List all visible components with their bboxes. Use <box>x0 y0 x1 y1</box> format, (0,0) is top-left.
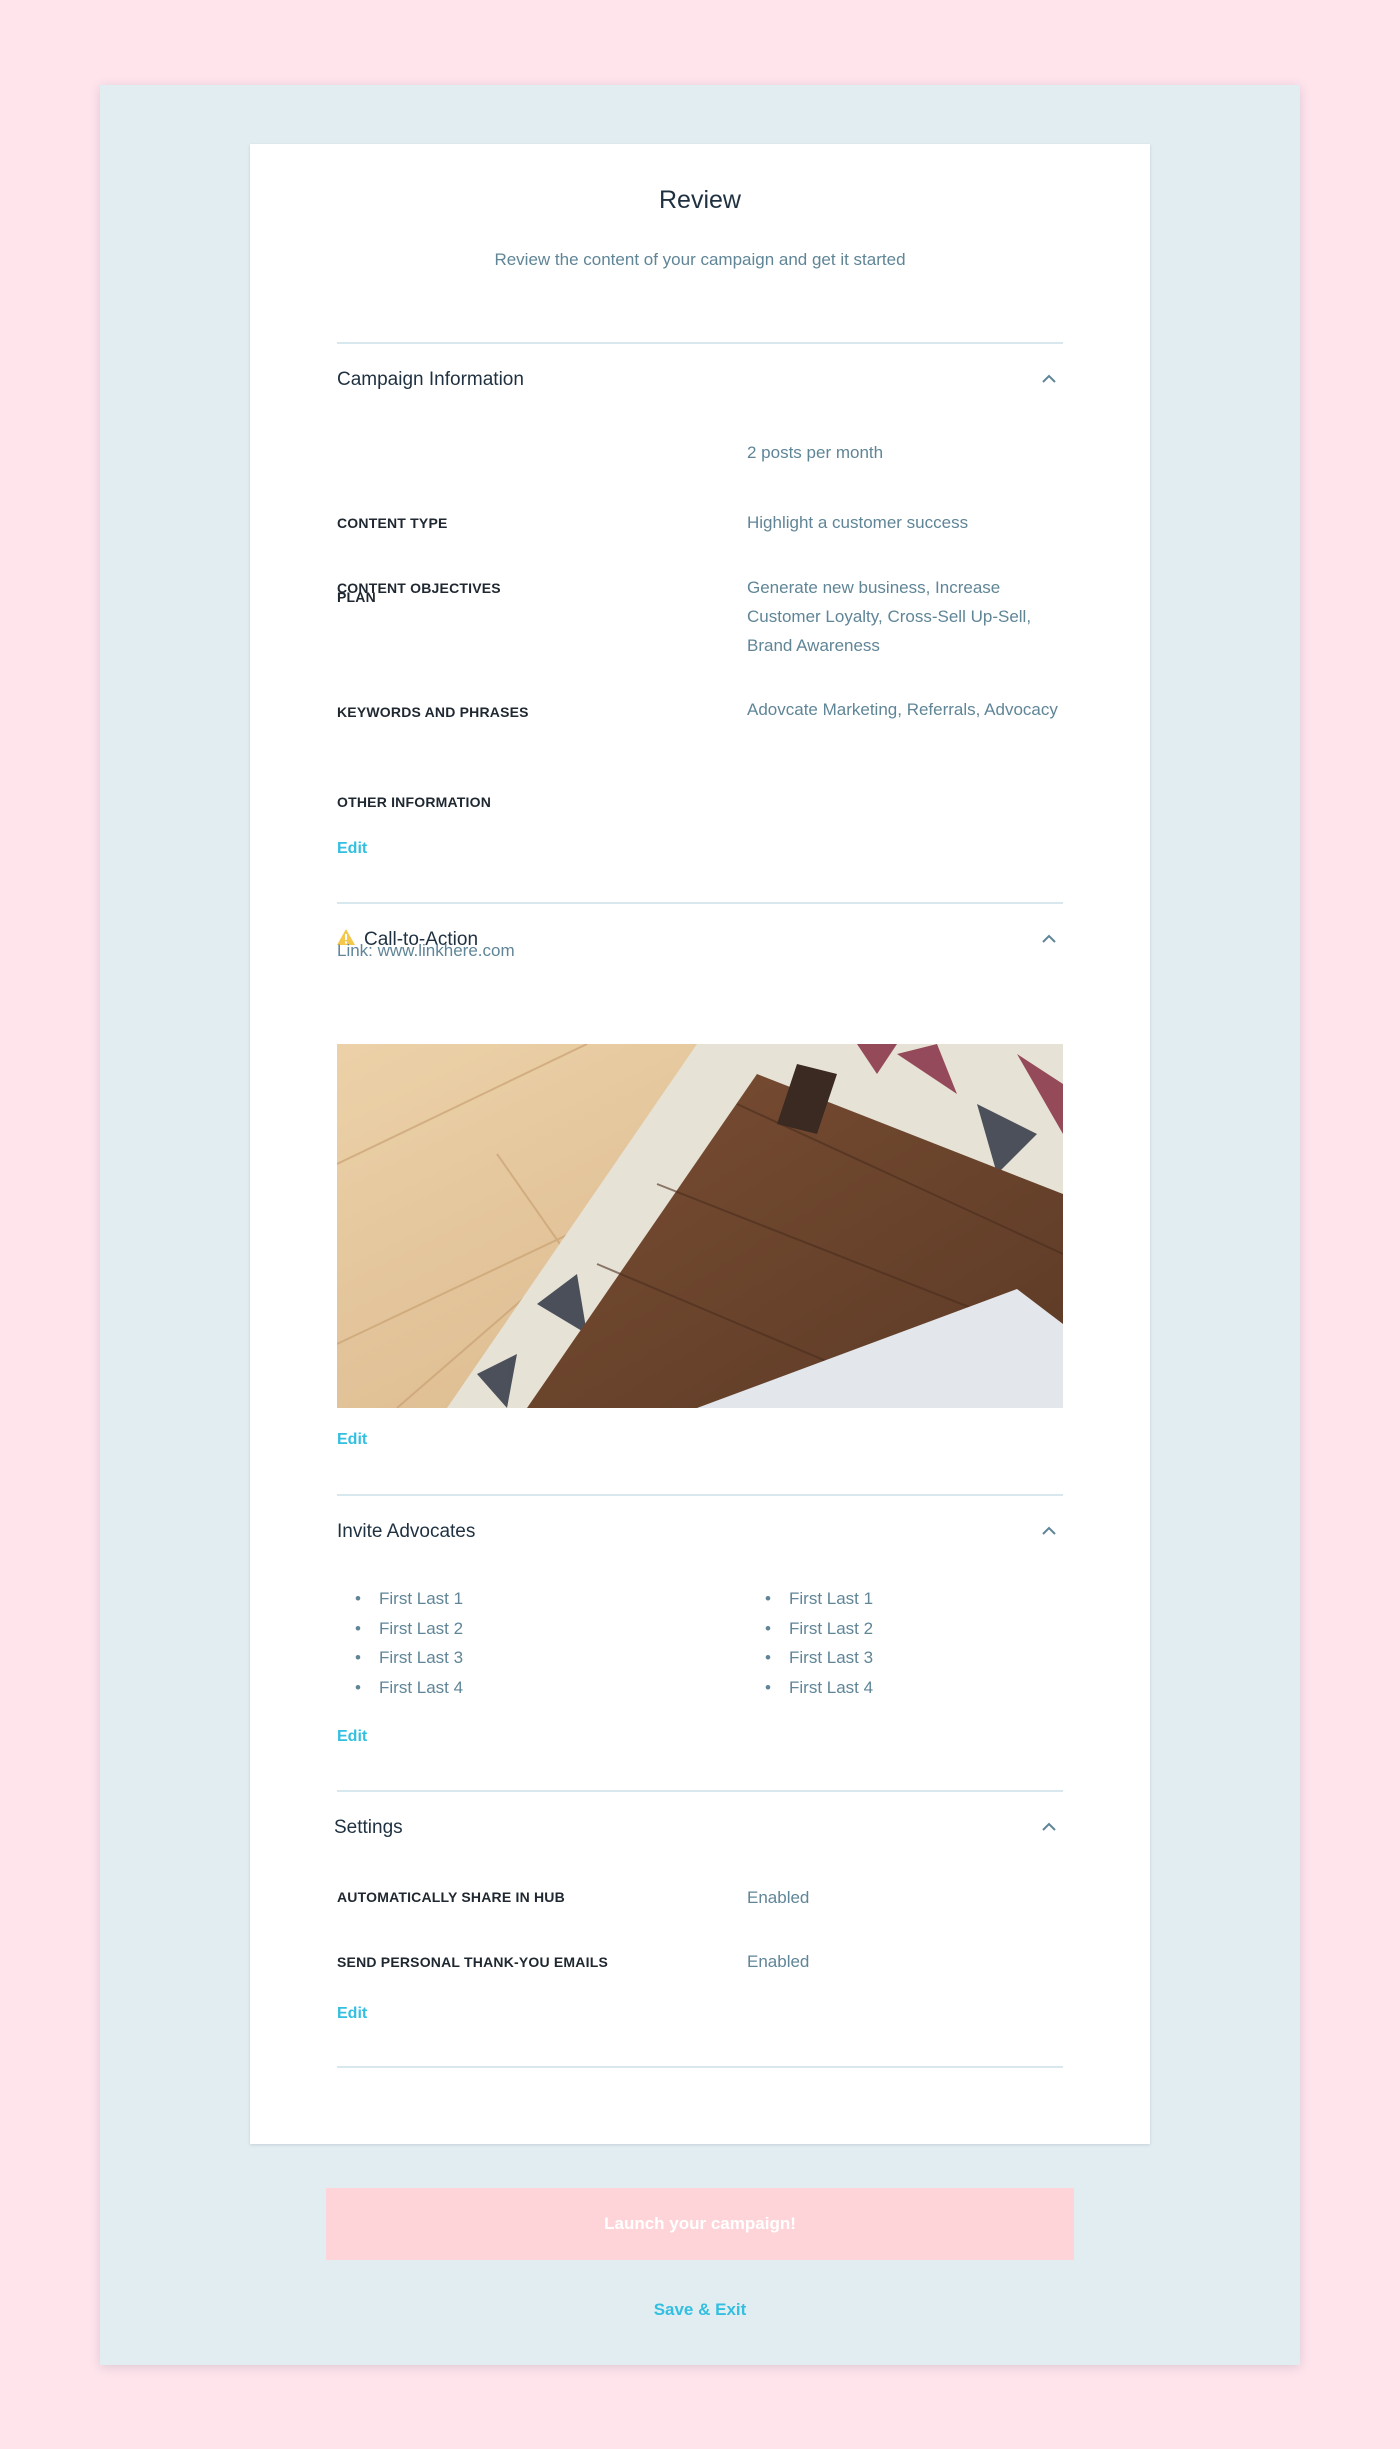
plan-value: 2 posts per month <box>747 443 884 462</box>
content-objectives-value: Generate new business, Increase Customer… <box>747 578 1032 655</box>
section-divider <box>337 2066 1063 2068</box>
cta-link-text[interactable]: Link: www.linkhere.com <box>337 941 515 961</box>
section-divider <box>337 342 1063 344</box>
list-item: • First Last 4 <box>765 1677 874 1697</box>
campaign-info-header[interactable]: Campaign Information <box>337 369 524 391</box>
list-item: • First Last 4 <box>355 1677 464 1697</box>
list-item: • First Last 2 <box>765 1618 874 1638</box>
section-divider <box>337 1494 1063 1496</box>
page-title: Review <box>659 186 741 214</box>
review-card: Review Review the content of your campai… <box>250 144 1150 2144</box>
auto-share-label: AUTOMATICALLY SHARE IN HUB <box>337 1889 565 1905</box>
invite-advocates-header[interactable]: Invite Advocates <box>337 1521 475 1543</box>
list-item: • First Last 2 <box>355 1618 464 1638</box>
cta-edit-link[interactable]: Edit <box>337 1431 367 1449</box>
chevron-up-icon[interactable] <box>1041 1525 1057 1537</box>
thank-you-emails-label: SEND PERSONAL THANK-YOU EMAILS <box>337 1954 608 1970</box>
invite-advocates-edit-link[interactable]: Edit <box>337 1728 367 1746</box>
section-divider <box>337 1790 1063 1792</box>
settings-edit-link[interactable]: Edit <box>337 2005 367 2023</box>
photo-icon <box>337 1044 1063 1408</box>
content-type-value: Highlight a customer success <box>747 513 969 532</box>
advocate-list-left: • First Last 1 • First Last 2 • First Last … <box>337 1584 717 1702</box>
list-item: • First Last 1 <box>765 1589 874 1608</box>
list-item: • First Last 1 <box>355 1589 464 1608</box>
keywords-label: KEYWORDS AND PHRASES <box>337 704 529 720</box>
section-divider <box>337 902 1063 904</box>
page-subtitle: Review the content of your campaign and … <box>494 250 906 269</box>
keywords-value: Adovcate Marketing, Referrals, Advocacy <box>747 700 1058 719</box>
launch-campaign-button[interactable]: Launch your campaign! <box>326 2188 1074 2260</box>
chevron-up-icon[interactable] <box>1041 933 1057 945</box>
campaign-info-edit-link[interactable]: Edit <box>337 840 367 858</box>
settings-header[interactable]: Settings <box>334 1817 403 1839</box>
chevron-up-icon[interactable] <box>1041 373 1057 385</box>
save-exit-link[interactable]: Save & Exit <box>100 2300 1300 2320</box>
auto-share-value: Enabled <box>747 1888 810 1907</box>
advocate-list-right: • First Last 1 • First Last 2 • First Last … <box>747 1584 1127 1702</box>
chevron-up-icon[interactable] <box>1041 1821 1057 1833</box>
other-information-label: OTHER INFORMATION <box>337 794 492 810</box>
review-frame: Review Review the content of your campai… <box>100 85 1300 2365</box>
thank-you-emails-value: Enabled <box>747 1952 810 1971</box>
list-item: • First Last 3 <box>765 1648 874 1667</box>
list-item: • First Last 3 <box>355 1648 464 1667</box>
content-objectives-label: CONTENT OBJECTIVES <box>337 580 501 596</box>
cta-image <box>337 1044 1063 1408</box>
content-type-label: CONTENT TYPE <box>337 515 448 531</box>
